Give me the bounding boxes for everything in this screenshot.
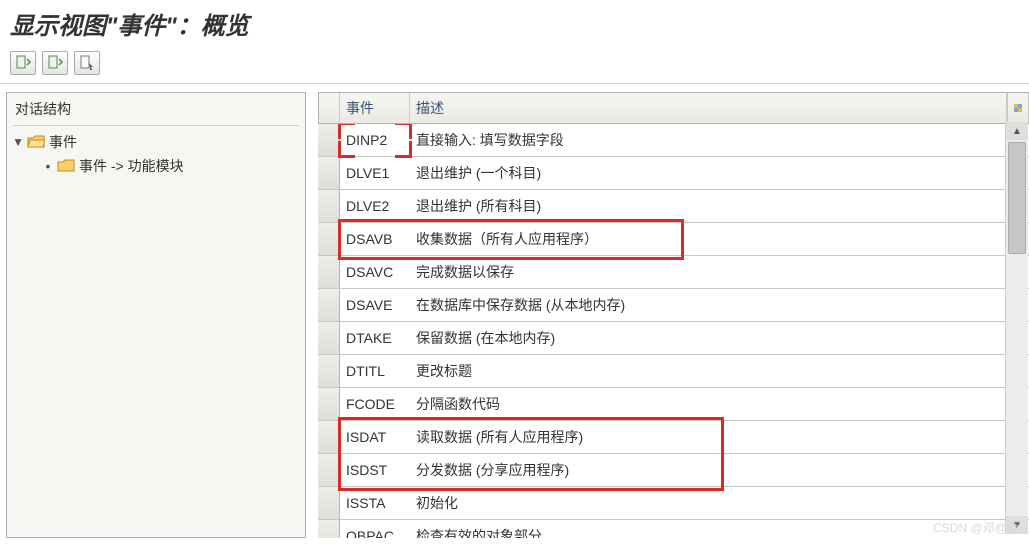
document-arrow-icon xyxy=(46,54,64,72)
table-row[interactable]: FCODE分隔函数代码 xyxy=(318,388,1029,421)
tree-node-child[interactable]: • 事件 -> 功能模块 xyxy=(13,154,299,178)
column-header-selector[interactable] xyxy=(318,93,340,123)
row-selector[interactable] xyxy=(318,487,340,520)
cell-event: DSAVE xyxy=(340,289,410,322)
document-arrow-icon xyxy=(14,54,32,72)
table-row[interactable]: DTITL更改标题 xyxy=(318,355,1029,388)
cell-event: DLVE2 xyxy=(340,190,410,223)
toolbar-btn-3[interactable] xyxy=(74,51,100,75)
cell-desc: 读取数据 (所有人应用程序) xyxy=(410,421,1029,454)
table-row[interactable]: DSAVE在数据库中保存数据 (从本地内存) xyxy=(318,289,1029,322)
cell-event: DSAVB xyxy=(340,223,410,256)
cell-event: OBPAC xyxy=(340,520,410,538)
table-row[interactable]: DSAVB收集数据（所有人应用程序） xyxy=(318,223,1029,256)
highlight-corner-icon xyxy=(395,141,412,158)
row-selector[interactable] xyxy=(318,355,340,388)
cell-event: ISDAT xyxy=(340,421,410,454)
table-body: DINP2直接输入: 填写数据字段DLVE1退出维护 (一个科目)DLVE2退出… xyxy=(318,124,1029,538)
cell-desc: 直接输入: 填写数据字段 xyxy=(410,124,1029,157)
cell-desc: 保留数据 (在本地内存) xyxy=(410,322,1029,355)
column-header-desc[interactable]: 描述 xyxy=(410,93,1007,123)
row-selector[interactable] xyxy=(318,256,340,289)
cell-desc: 收集数据（所有人应用程序） xyxy=(410,223,1029,256)
page-title: 显示视图"事件"：概览 xyxy=(0,0,1029,49)
chevron-down-icon[interactable]: ▼ xyxy=(13,135,23,149)
cell-event: DLVE1 xyxy=(340,157,410,190)
row-selector[interactable] xyxy=(318,124,340,157)
cell-desc: 更改标题 xyxy=(410,355,1029,388)
cell-event: FCODE xyxy=(340,388,410,421)
tree-header: 对话结构 xyxy=(13,97,299,126)
highlight-corner-icon xyxy=(338,141,355,158)
table-header-row: 事件 描述 xyxy=(318,92,1029,124)
toolbar-btn-2[interactable] xyxy=(42,51,68,75)
folder-open-icon xyxy=(27,135,45,149)
table-row[interactable]: DTAKE保留数据 (在本地内存) xyxy=(318,322,1029,355)
table-row[interactable]: DSAVC完成数据以保存 xyxy=(318,256,1029,289)
scroll-down-button[interactable]: ▼ xyxy=(1006,516,1028,534)
table-settings-icon xyxy=(1014,101,1022,115)
cell-desc: 退出维护 (一个科目) xyxy=(410,157,1029,190)
column-header-event[interactable]: 事件 xyxy=(340,93,410,123)
row-selector[interactable] xyxy=(318,289,340,322)
cell-event: ISDST xyxy=(340,454,410,487)
table-row[interactable]: ISDAT读取数据 (所有人应用程序) xyxy=(318,421,1029,454)
vertical-scrollbar[interactable]: ▲ ▼ xyxy=(1005,122,1028,534)
cell-desc: 完成数据以保存 xyxy=(410,256,1029,289)
row-selector[interactable] xyxy=(318,190,340,223)
scrollbar-thumb[interactable] xyxy=(1008,142,1026,254)
row-selector[interactable] xyxy=(318,454,340,487)
tree-panel: 对话结构 ▼ 事件 • 事件 -> 功能模块 xyxy=(6,92,306,538)
document-cursor-icon xyxy=(78,54,96,72)
cell-event: DTITL xyxy=(340,355,410,388)
row-selector[interactable] xyxy=(318,157,340,190)
cell-desc: 初始化 xyxy=(410,487,1029,520)
tree-node-root[interactable]: ▼ 事件 xyxy=(13,130,299,154)
cell-event: DTAKE xyxy=(340,322,410,355)
table-panel: 事件 描述 DINP2直接输入: 填写数据字段DLVE1退出维护 (一个科目)D… xyxy=(318,92,1029,538)
scroll-up-button[interactable]: ▲ xyxy=(1006,122,1028,140)
table-row[interactable]: ISSTA初始化 xyxy=(318,487,1029,520)
toolbar xyxy=(0,49,1029,84)
row-selector[interactable] xyxy=(318,388,340,421)
tree-node-label: 事件 -> 功能模块 xyxy=(79,156,184,176)
table-row[interactable]: DLVE1退出维护 (一个科目) xyxy=(318,157,1029,190)
row-selector[interactable] xyxy=(318,223,340,256)
row-selector[interactable] xyxy=(318,322,340,355)
cell-desc: 分发数据 (分享应用程序) xyxy=(410,454,1029,487)
cell-event: DINP2 xyxy=(340,124,410,157)
cell-desc: 退出维护 (所有科目) xyxy=(410,190,1029,223)
cell-event: ISSTA xyxy=(340,487,410,520)
highlight-corner-icon xyxy=(338,124,355,139)
folder-icon xyxy=(57,159,75,173)
row-selector[interactable] xyxy=(318,421,340,454)
row-selector[interactable] xyxy=(318,520,340,538)
bullet-icon: • xyxy=(43,158,53,174)
highlight-corner-icon xyxy=(395,124,412,139)
cell-desc: 检查有效的对象部分 xyxy=(410,520,1029,538)
tree-node-label: 事件 xyxy=(49,132,77,152)
table-row[interactable]: ISDST分发数据 (分享应用程序) xyxy=(318,454,1029,487)
table-row[interactable]: OBPAC检查有效的对象部分 xyxy=(318,520,1029,538)
cell-event: DSAVC xyxy=(340,256,410,289)
cell-desc: 分隔函数代码 xyxy=(410,388,1029,421)
cell-desc: 在数据库中保存数据 (从本地内存) xyxy=(410,289,1029,322)
tree: ▼ 事件 • 事件 -> 功能模块 xyxy=(13,130,299,178)
table-row[interactable]: DLVE2退出维护 (所有科目) xyxy=(318,190,1029,223)
toolbar-btn-1[interactable] xyxy=(10,51,36,75)
table-row[interactable]: DINP2直接输入: 填写数据字段 xyxy=(318,124,1029,157)
column-config-button[interactable] xyxy=(1007,93,1029,123)
